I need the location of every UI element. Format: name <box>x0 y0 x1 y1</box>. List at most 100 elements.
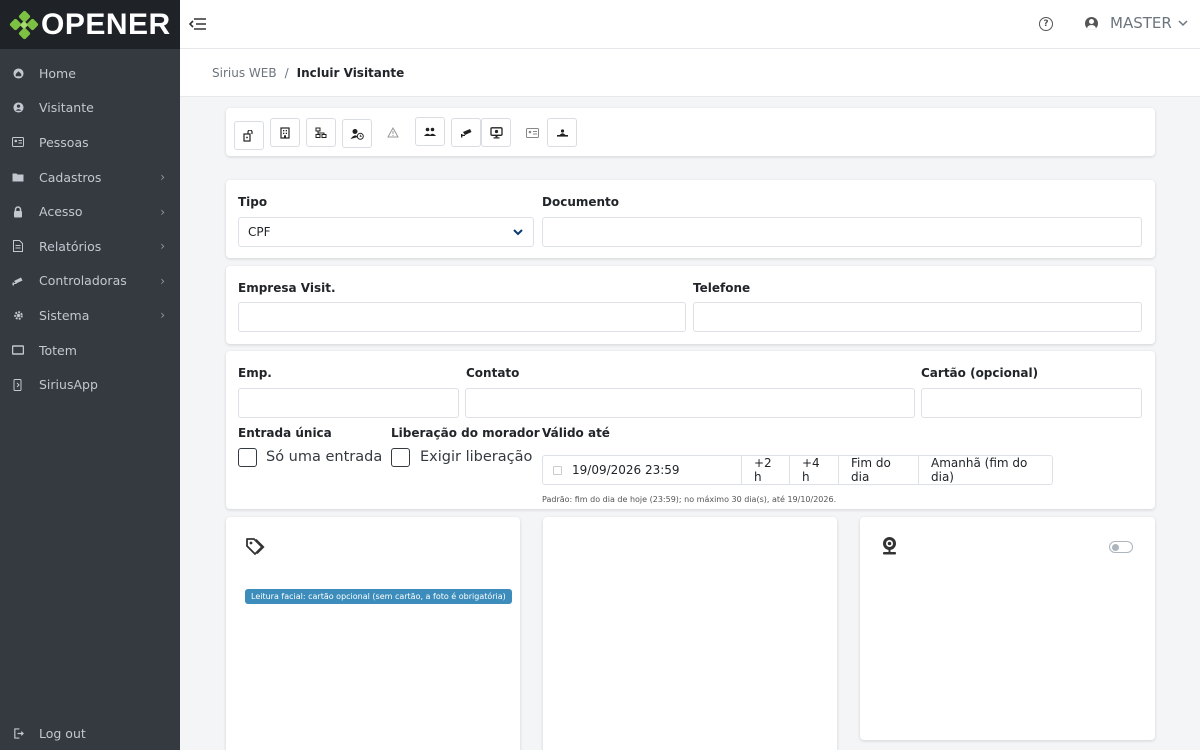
breadcrumb: Sirius WEB / Incluir Visitante <box>180 49 1200 97</box>
toolbar-reader-button[interactable] <box>547 118 577 147</box>
sidebar-item-label: Cadastros <box>39 169 102 185</box>
chevron-right-icon: › <box>160 273 165 288</box>
sidebar-item-label: Controladoras <box>39 273 127 289</box>
webcam-icon <box>883 537 896 555</box>
sidebar-item-siriusapp[interactable]: SiriusApp <box>0 367 180 402</box>
documento-input[interactable] <box>542 217 1142 247</box>
company-card: Empresa Visit. Telefone <box>226 266 1155 344</box>
contato-input[interactable] <box>465 388 915 418</box>
calendar-icon <box>553 465 562 475</box>
sidebar-item-label: Visitante <box>39 100 94 116</box>
exigir-liberacao-text[interactable]: Exigir liberação <box>420 449 532 465</box>
exigir-liberacao-checkbox[interactable] <box>391 448 410 467</box>
sidebar-item-acesso[interactable]: Acesso › <box>0 194 180 229</box>
user-name: MASTER <box>1110 14 1172 32</box>
sidebar-collapse-button[interactable] <box>187 13 209 35</box>
chevron-right-icon: › <box>160 308 165 323</box>
tipo-label: Tipo <box>238 195 268 209</box>
plus-4h-button[interactable]: +4 h <box>790 456 839 484</box>
fim-do-dia-button[interactable]: Fim do dia <box>839 456 919 484</box>
documento-label: Documento <box>542 195 620 209</box>
entrada-unica-checkbox[interactable] <box>238 448 257 467</box>
valido-ate-help: Padrão: fim do dia de hoje (23:59); no m… <box>542 495 837 504</box>
sidebar-item-home[interactable]: Home <box>0 56 180 91</box>
card-panel: Leitura facial: cartão opcional (sem car… <box>226 517 520 750</box>
action-toolbar <box>226 108 1155 156</box>
valido-ate-input[interactable]: 19/09/2026 23:59 <box>543 456 742 484</box>
breadcrumb-parent-link[interactable]: Sirius WEB <box>212 66 277 80</box>
entrada-unica-text[interactable]: Só uma entrada <box>266 449 382 465</box>
liberacao-label: Liberação do morador <box>391 426 540 440</box>
plus-2h-button[interactable]: +2 h <box>742 456 790 484</box>
opener-logo-icon <box>9 9 39 40</box>
sidebar-item-pessoas[interactable]: Pessoas <box>0 125 180 160</box>
breadcrumb-separator: / <box>284 65 289 80</box>
sidebar-item-visitante[interactable]: Visitante <box>0 91 180 126</box>
valido-ate-group: 19/09/2026 23:59 +2 h +4 h Fim do dia Am… <box>542 455 1053 485</box>
cartao-label: Cartão (opcional) <box>921 366 1039 380</box>
logout-button[interactable]: Log out <box>0 716 180 750</box>
empresa-label: Empresa Visit. <box>238 281 336 295</box>
user-menu[interactable]: MASTER <box>1085 14 1188 32</box>
id-card-icon <box>12 136 24 148</box>
home-icon <box>12 67 24 79</box>
sidebar-item-relatorios[interactable]: Relatórios › <box>0 229 180 264</box>
telefone-label: Telefone <box>693 281 751 295</box>
chevron-down-icon <box>513 226 523 239</box>
document-card: Tipo CPF Documento <box>226 180 1155 258</box>
mobile-icon <box>12 378 24 391</box>
sidebar-item-label: Home <box>39 65 76 81</box>
facial-reading-badge: Leitura facial: cartão opcional (sem car… <box>245 589 512 604</box>
emp-input[interactable] <box>238 388 459 418</box>
chevron-right-icon: › <box>160 204 165 219</box>
toolbar-hierarchy-button[interactable] <box>306 118 336 147</box>
emp-label: Emp. <box>238 366 272 380</box>
sidebar-item-label: SiriusApp <box>39 377 98 393</box>
tipo-select-value: CPF <box>248 225 271 239</box>
building-icon <box>280 126 290 139</box>
entrada-unica-label: Entrada única <box>238 426 332 440</box>
toolbar-id-card-button[interactable] <box>517 118 547 147</box>
valido-ate-label: Válido até <box>542 426 610 440</box>
folder-icon <box>12 171 24 183</box>
logo-text: OPENER <box>41 7 171 41</box>
hierarchy-icon <box>315 127 327 138</box>
valido-ate-value: 19/09/2026 23:59 <box>572 463 680 477</box>
chevron-down-icon <box>1178 16 1188 30</box>
gear-icon <box>12 309 24 321</box>
toolbar-door-button[interactable] <box>234 121 264 150</box>
toolbar-building-button[interactable] <box>270 118 300 147</box>
users-icon <box>424 127 436 136</box>
help-icon[interactable]: ? <box>1039 17 1053 31</box>
sidebar-item-label: Acesso <box>39 204 83 220</box>
tipo-select[interactable]: CPF <box>238 217 534 247</box>
cartao-input[interactable] <box>921 388 1142 418</box>
sidebar-item-totem[interactable]: Totem <box>0 333 180 368</box>
brand-logo[interactable]: OPENER <box>0 0 180 49</box>
sidebar-item-label: Totem <box>39 342 77 358</box>
toolbar-camera-button[interactable] <box>451 118 481 147</box>
empresa-input[interactable] <box>238 302 686 332</box>
chevron-right-icon: › <box>160 239 165 254</box>
kiosk-icon <box>489 126 503 138</box>
visitor-icon <box>12 102 24 114</box>
toolbar-kiosk-button[interactable] <box>481 118 511 147</box>
top-navbar: ? MASTER <box>180 0 1200 49</box>
webcam-toggle[interactable] <box>1109 541 1133 553</box>
telefone-input[interactable] <box>693 302 1142 332</box>
sidebar-item-label: Pessoas <box>39 134 89 150</box>
collapse-menu-icon <box>188 18 206 30</box>
monitor-icon <box>12 344 24 356</box>
logout-icon <box>12 727 24 739</box>
sidebar-item-label: Sistema <box>39 307 90 323</box>
sidebar-item-cadastros[interactable]: Cadastros › <box>0 160 180 195</box>
camera-icon <box>12 275 24 287</box>
sidebar-item-controladoras[interactable]: Controladoras › <box>0 264 180 299</box>
toolbar-warning-button[interactable] <box>378 118 408 147</box>
amanha-fim-do-dia-button[interactable]: Amanhã (fim do dia) <box>919 456 1052 484</box>
webcam-panel <box>860 517 1155 740</box>
sidebar-item-sistema[interactable]: Sistema › <box>0 298 180 333</box>
sidebar: OPENER Home Visitante Pessoas Cadastros <box>0 0 180 750</box>
toolbar-users-button[interactable] <box>415 117 445 146</box>
toolbar-user-clock-button[interactable] <box>342 119 372 148</box>
